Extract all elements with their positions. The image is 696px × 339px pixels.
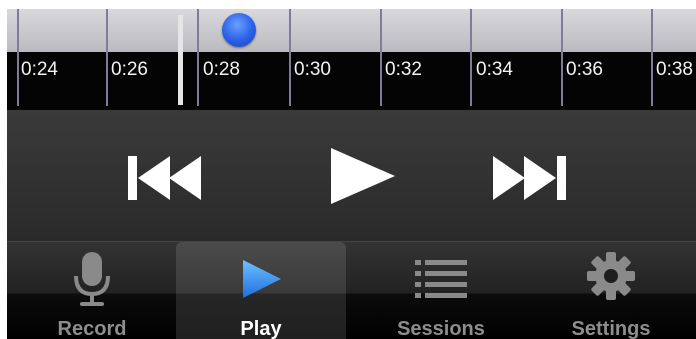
skip-back-button[interactable] xyxy=(125,152,205,209)
tick-line xyxy=(380,9,382,106)
gear-icon xyxy=(587,252,635,300)
tab-label: Play xyxy=(240,318,282,339)
skip-forward-icon xyxy=(493,156,566,200)
tick-label: 0:34 xyxy=(476,59,513,80)
list-icon xyxy=(415,260,467,298)
tick-label: 0:24 xyxy=(21,59,58,80)
playhead[interactable] xyxy=(178,15,183,105)
tick-line xyxy=(289,9,291,106)
skip-forward-button[interactable] xyxy=(491,152,571,209)
tick-label: 0:28 xyxy=(203,59,240,80)
tick-label: 0:32 xyxy=(385,59,422,80)
tick-line xyxy=(17,9,19,106)
transport-controls xyxy=(7,110,696,241)
tick-line xyxy=(470,9,472,106)
tick-line xyxy=(561,9,563,106)
tick-line xyxy=(197,9,199,106)
play-icon xyxy=(331,148,395,204)
tick-line xyxy=(651,9,653,106)
tab-sessions[interactable]: Sessions xyxy=(356,242,526,339)
tick-label: 0:38 xyxy=(656,59,693,80)
skip-back-icon xyxy=(128,156,201,200)
tab-label: Record xyxy=(57,318,127,339)
play-icon xyxy=(243,260,281,298)
play-button[interactable] xyxy=(327,146,399,211)
tab-settings[interactable]: Settings xyxy=(526,242,696,339)
bookmark-marker[interactable] xyxy=(222,13,256,47)
tab-label: Settings xyxy=(571,318,651,339)
app-frame: 0:24 0:26 0:28 0:30 0:32 0:34 0:36 0:38 xyxy=(7,9,696,339)
tab-label: Sessions xyxy=(397,318,485,339)
tab-play[interactable]: Play xyxy=(176,242,346,339)
tick-label: 0:26 xyxy=(111,59,148,80)
tab-record[interactable]: Record xyxy=(7,242,177,339)
tick-line xyxy=(106,9,108,106)
microphone-icon xyxy=(74,252,110,306)
tick-label: 0:36 xyxy=(566,59,603,80)
timeline-scrubber-track[interactable] xyxy=(7,9,696,52)
tick-label: 0:30 xyxy=(294,59,331,80)
tab-bar: Record Play Sessions Settings xyxy=(7,241,696,339)
